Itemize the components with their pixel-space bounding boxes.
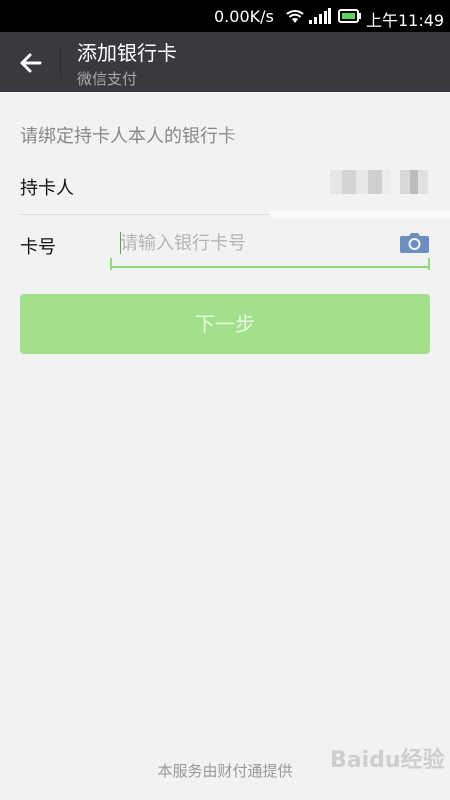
card-number-input[interactable] [110, 220, 430, 268]
input-border-left [110, 258, 112, 270]
cardholder-name-masked [330, 170, 430, 194]
page-subtitle: 微信支付 [77, 70, 138, 88]
cardholder-row: 持卡人 [0, 162, 450, 212]
bind-tip: 请绑定持卡人本人的银行卡 [20, 126, 236, 147]
back-arrow-icon[interactable] [16, 48, 46, 78]
watermark-logo: Baidu经验 [330, 748, 445, 773]
input-border-right [428, 258, 430, 270]
card-number-row: 卡号 [0, 220, 450, 272]
network-speed: 0.00K/s [214, 7, 274, 26]
cardholder-label: 持卡人 [20, 178, 74, 199]
clock: 上午11:49 [366, 11, 445, 30]
wifi-icon [286, 10, 304, 23]
nav-bar: 添加银行卡 微信支付 [0, 32, 450, 92]
signal-icon [309, 8, 331, 24]
text-cursor [120, 232, 121, 254]
form-content: 请绑定持卡人本人的银行卡 持卡人 卡号 下一步 本服务由财付通提供 Baidu经… [0, 92, 450, 800]
divider-mask [270, 210, 450, 218]
tip-mask [225, 120, 265, 144]
card-number-label: 卡号 [20, 237, 56, 258]
next-step-button[interactable]: 下一步 [20, 294, 430, 354]
page-title: 添加银行卡 [77, 41, 177, 65]
camera-icon[interactable] [400, 231, 429, 253]
status-bar: 0.00K/s 上午11:49 [0, 0, 450, 32]
battery-icon [338, 9, 361, 23]
nav-divider [60, 46, 61, 78]
divider [20, 214, 270, 215]
